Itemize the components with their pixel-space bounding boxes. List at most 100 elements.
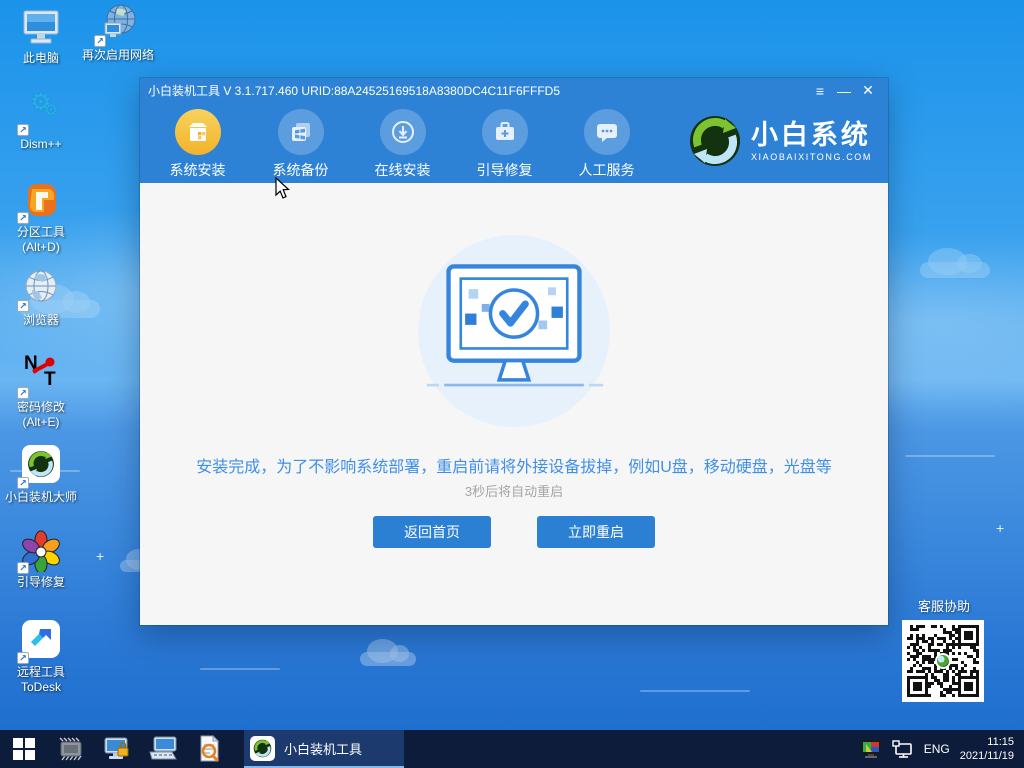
taskbar-item-keyboard[interactable] xyxy=(140,730,186,768)
restart-countdown: 3秒后将自动重启 xyxy=(464,484,564,499)
tab-label: 引导修复 xyxy=(476,162,533,178)
tab-online-install[interactable]: 在线安装 xyxy=(351,109,454,180)
system-tray: ENG 11:15 2021/11/19 xyxy=(860,735,1024,763)
desktop-icon-dism[interactable]: ⚙ ⚙ ↗ Dism++ xyxy=(0,89,84,152)
sea-streak xyxy=(200,668,280,670)
xiaobai-logo-icon xyxy=(689,116,740,166)
gears-icon: ⚙ ⚙ ↗ xyxy=(17,89,62,136)
cloud xyxy=(360,639,416,666)
clock-date: 2021/11/19 xyxy=(959,750,1014,762)
shortcut-arrow-icon: ↗ xyxy=(17,300,29,312)
desktop-icon-xiaobai-master[interactable]: ↗ 小白装机大师 xyxy=(0,443,84,505)
support-title: 客服协助 xyxy=(917,599,970,614)
window-nav: 系统安装 系统备份 在线安装 引导修复 人工服务 小白系统 XIAOBAIXIT… xyxy=(140,103,888,183)
taskbar-item-pc-lock[interactable] xyxy=(94,730,140,768)
nt-password-icon: N T ↗ xyxy=(17,353,62,399)
shortcut-arrow-icon: ↗ xyxy=(94,35,106,47)
desktop-icon-label2: ToDesk xyxy=(20,680,61,694)
taskbar-item-search-doc[interactable] xyxy=(186,730,232,768)
tab-system-backup[interactable]: 系统备份 xyxy=(249,109,352,180)
shortcut-arrow-icon: ↗ xyxy=(17,477,29,489)
desktop-icon-label2: (Alt+D) xyxy=(22,240,60,254)
taskbar-clock[interactable]: 11:15 2021/11/19 xyxy=(960,735,1014,763)
xiaobai-logo-icon: ↗ xyxy=(17,445,62,489)
completion-message: 安装完成，为了不影响系统部署，重启前请将外接设备拔掉，例如U盘，移动硬盘，光盘等 xyxy=(196,459,832,476)
shortcut-arrow-icon: ↗ xyxy=(17,124,29,136)
shortcut-arrow-icon: ↗ xyxy=(17,212,29,224)
tab-label: 系统安装 xyxy=(169,162,226,178)
tab-label: 人工服务 xyxy=(578,162,635,178)
desktop-icon-label: 小白装机大师 xyxy=(4,490,77,504)
display-settings-icon[interactable] xyxy=(860,739,882,759)
keyboard-monitor-icon xyxy=(149,736,177,760)
desktop-icon-label: 浏览器 xyxy=(22,313,59,327)
start-button[interactable] xyxy=(0,730,48,768)
taskbar-app-label: 小白装机工具 xyxy=(284,741,363,757)
download-icon xyxy=(379,109,426,155)
desktop-icon-label: 分区工具 xyxy=(16,225,65,239)
pinwheel-icon: ↗ xyxy=(17,530,62,574)
clock-time: 11:15 xyxy=(987,736,1014,748)
backup-windows-icon xyxy=(277,109,324,155)
close-icon[interactable]: ✕ xyxy=(856,82,880,99)
desktop-icon-password-change[interactable]: N T ↗ 密码修改 (Alt+E) xyxy=(0,353,84,430)
desktop-icon-todesk[interactable]: ↗ 远程工具 ToDesk xyxy=(0,618,84,695)
window-content: 安装完成，为了不影响系统部署，重启前请将外接设备拔掉，例如U盘，移动硬盘，光盘等… xyxy=(140,183,888,625)
language-indicator[interactable]: ENG xyxy=(924,742,950,756)
taskbar-item-chip[interactable] xyxy=(48,730,94,768)
mouse-cursor xyxy=(275,177,290,199)
partition-tool-icon: ↗ xyxy=(17,180,62,224)
windows-logo-icon xyxy=(13,738,35,760)
network-globe-icon: ↗ xyxy=(94,3,139,47)
desktop-icon-network[interactable]: ↗ 再次启用网络 xyxy=(75,3,161,63)
desktop-icon-boot-repair[interactable]: ↗ 引导修复 xyxy=(0,530,84,590)
tab-label: 在线安装 xyxy=(374,162,431,178)
tab-label: 系统备份 xyxy=(272,162,329,178)
desktop-icon-label: 引导修复 xyxy=(16,575,65,589)
sparkle: + xyxy=(96,548,105,564)
success-illustration xyxy=(418,235,610,427)
button-row: 返回首页 立即重启 xyxy=(140,516,888,548)
desktop-icon-this-pc[interactable]: 此电脑 xyxy=(0,6,84,66)
taskbar: 小白装机工具 ENG 11:15 2021/11/19 xyxy=(0,730,1024,768)
back-home-button[interactable]: 返回首页 xyxy=(373,516,491,548)
shortcut-arrow-icon: ↗ xyxy=(17,387,29,399)
restart-now-button[interactable]: 立即重启 xyxy=(537,516,655,548)
desktop-icon-label: 再次启用网络 xyxy=(81,48,154,62)
desktop-icon-label: 密码修改 xyxy=(16,400,65,414)
app-window: 小白装机工具 V 3.1.717.460 URID:88A24525169518… xyxy=(140,78,888,625)
shortcut-arrow-icon: ↗ xyxy=(17,652,29,664)
desktop-icon-browser[interactable]: ↗ 浏览器 xyxy=(0,268,84,328)
this-pc-icon xyxy=(20,6,62,48)
window-titlebar: 小白装机工具 V 3.1.717.460 URID:88A24525169518… xyxy=(140,78,888,103)
chat-bubble-icon xyxy=(583,109,630,155)
desktop-icon-label: 此电脑 xyxy=(22,51,59,65)
qr-code xyxy=(902,620,984,702)
sea-streak xyxy=(640,690,750,692)
minimize-icon[interactable]: — xyxy=(832,83,856,99)
search-document-icon xyxy=(200,735,220,763)
desktop-icon-label: 远程工具 xyxy=(16,665,65,679)
browser-globe-icon: ↗ xyxy=(17,268,62,312)
brand-name: 小白系统 xyxy=(750,120,871,150)
qr-center-logo-icon xyxy=(935,653,951,669)
shortcut-arrow-icon: ↗ xyxy=(17,562,29,574)
toolbox-icon xyxy=(481,109,528,155)
taskbar-item-active-app[interactable]: 小白装机工具 xyxy=(244,730,404,768)
monitor-lock-icon xyxy=(104,737,129,759)
tab-boot-repair[interactable]: 引导修复 xyxy=(453,109,556,180)
window-title: 小白装机工具 V 3.1.717.460 URID:88A24525169518… xyxy=(148,84,560,98)
desktop-icon-label: Dism++ xyxy=(20,137,62,151)
menu-icon[interactable]: ≡ xyxy=(808,83,832,99)
network-status-icon[interactable] xyxy=(892,740,914,758)
sea-streak xyxy=(905,455,995,457)
desktop-icon-label2: (Alt+E) xyxy=(22,415,60,429)
xiaobai-logo-icon xyxy=(250,735,275,761)
tab-human-service[interactable]: 人工服务 xyxy=(555,109,658,180)
tab-system-install[interactable]: 系统安装 xyxy=(146,109,249,180)
chip-icon xyxy=(59,737,82,761)
desktop-icon-partition-tool[interactable]: ↗ 分区工具 (Alt+D) xyxy=(0,180,84,255)
brand: 小白系统 XIAOBAIXITONG.COM xyxy=(689,115,872,167)
cloud xyxy=(920,247,990,278)
todesk-icon: ↗ xyxy=(17,620,62,664)
